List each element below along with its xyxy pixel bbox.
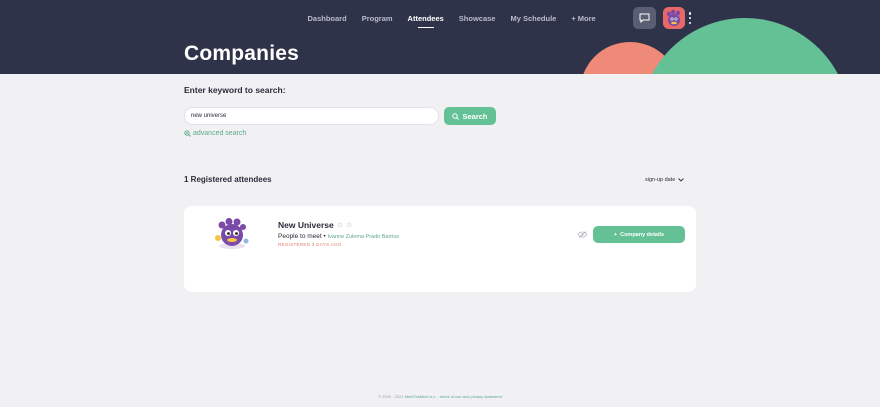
footer-separator: - xyxy=(437,394,439,399)
search-input[interactable] xyxy=(184,107,439,125)
star-outline-icon[interactable]: ☆ xyxy=(346,221,352,229)
company-details-label: Company details xyxy=(620,231,665,238)
advanced-search-label: advanced search xyxy=(193,130,247,137)
nav-more[interactable]: + More xyxy=(564,14,603,28)
nav-program[interactable]: Program xyxy=(354,14,400,28)
registered-count: 1 Registered attendees xyxy=(184,175,272,184)
footer-company-link[interactable]: MeetToMatch b.v. xyxy=(405,394,436,399)
company-logo xyxy=(215,218,249,249)
sort-label: sign-up date xyxy=(645,177,676,183)
people-to-meet: People to meet • Ivanne Zulema Prado Bar… xyxy=(278,233,399,240)
main-nav: Dashboard Program Attendees Showcase My … xyxy=(300,14,603,28)
footer-copyright: © 2009 - 2022 xyxy=(378,394,404,399)
mascot-avatar-icon xyxy=(663,7,685,29)
sort-dropdown[interactable]: sign-up date xyxy=(645,177,685,183)
search-label: Enter keyword to search: xyxy=(184,85,286,95)
user-avatar[interactable] xyxy=(663,7,685,29)
magnifier-plus-icon xyxy=(184,130,191,137)
search-icon xyxy=(452,112,460,120)
chevron-down-icon xyxy=(678,178,685,182)
nav-showcase[interactable]: Showcase xyxy=(451,14,503,28)
people-to-meet-label: People to meet • xyxy=(278,233,326,240)
nav-dashboard[interactable]: Dashboard xyxy=(300,14,354,28)
company-name[interactable]: New Universe xyxy=(278,220,334,230)
search-button[interactable]: Search xyxy=(444,107,496,125)
nav-my-schedule[interactable]: My Schedule xyxy=(503,14,564,28)
star-icon[interactable]: ☆ xyxy=(337,221,343,229)
search-button-label: Search xyxy=(462,111,488,121)
chat-button[interactable] xyxy=(633,7,656,29)
chat-icon xyxy=(639,13,650,23)
advanced-search-link[interactable]: advanced search xyxy=(184,130,246,137)
company-details-button[interactable]: + Company details xyxy=(593,226,685,243)
eye-slash-icon[interactable] xyxy=(578,231,587,238)
kebab-menu-icon[interactable] xyxy=(688,12,692,24)
footer: © 2009 - 2022 MeetToMatch b.v. - terms o… xyxy=(0,394,880,399)
people-to-meet-names[interactable]: Ivanne Zulema Prado Barrios xyxy=(328,234,400,240)
nav-attendees[interactable]: Attendees xyxy=(400,14,451,28)
company-card: New Universe ☆ ☆ People to meet • Ivanne… xyxy=(184,206,696,292)
plus-icon: + xyxy=(613,231,618,238)
page-title: Companies xyxy=(184,42,299,65)
header: Dashboard Program Attendees Showcase My … xyxy=(0,0,880,74)
registered-time: REGISTERED 3 DAYS AGO xyxy=(278,242,342,247)
footer-terms-link[interactable]: terms of use and privacy statement xyxy=(440,394,502,399)
company-name-row: New Universe ☆ ☆ xyxy=(278,220,352,230)
